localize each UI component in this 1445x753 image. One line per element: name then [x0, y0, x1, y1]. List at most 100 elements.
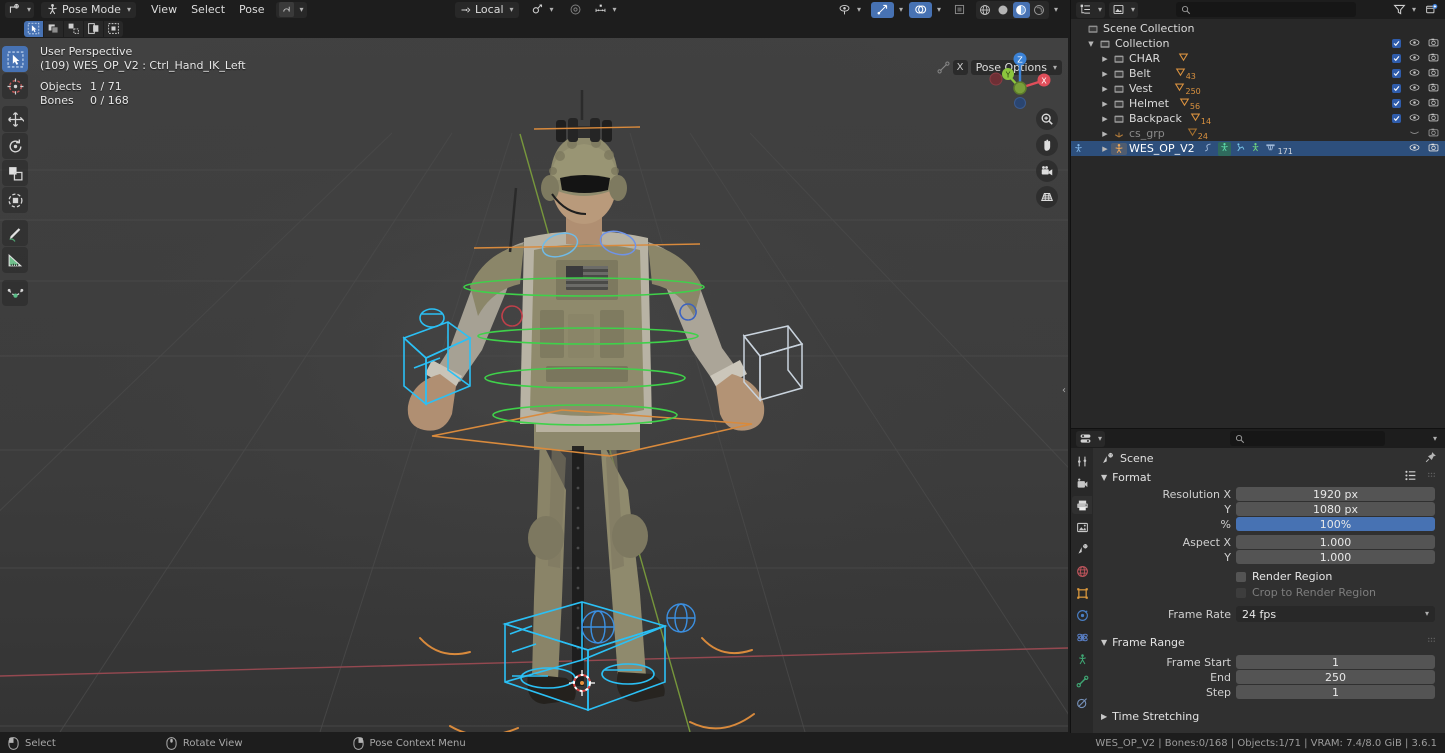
- gizmo-dropdown[interactable]: ▾: [894, 2, 905, 18]
- outliner-row-char[interactable]: ▶ CHAR: [1071, 51, 1445, 66]
- animation-icon[interactable]: [1250, 142, 1261, 156]
- gizmo-toggle[interactable]: [871, 2, 894, 18]
- tool-tweak[interactable]: [2, 46, 28, 72]
- checkbox-icon[interactable]: [1392, 114, 1401, 123]
- tool-cursor[interactable]: [2, 73, 28, 99]
- camera-icon[interactable]: [1428, 52, 1439, 66]
- pose-library-button[interactable]: ▾: [276, 2, 307, 18]
- zoom-button[interactable]: [1036, 108, 1058, 130]
- mesh-data-icon[interactable]: [1175, 67, 1186, 81]
- overlays-toggle[interactable]: [909, 2, 932, 18]
- camera-icon[interactable]: [1428, 67, 1439, 81]
- outliner-row-collection[interactable]: ▼ Collection: [1071, 36, 1445, 51]
- tab-world[interactable]: [1072, 562, 1092, 580]
- eye-icon[interactable]: [1409, 142, 1420, 156]
- field-value[interactable]: 24 fps ▾: [1236, 606, 1435, 622]
- bone-icon[interactable]: [937, 61, 950, 74]
- field-value[interactable]: 1: [1236, 655, 1435, 669]
- outliner-row-wes-op-v2[interactable]: ▶ WES_OP_V2 171: [1071, 141, 1445, 156]
- tool-scale[interactable]: [2, 160, 28, 186]
- properties-options-button[interactable]: ▾: [1427, 431, 1440, 447]
- new-collection-button[interactable]: [1423, 2, 1440, 18]
- outliner-row-backpack[interactable]: ▶ Backpack 14: [1071, 111, 1445, 126]
- mesh-data-icon[interactable]: [1190, 112, 1201, 126]
- toggle-perspective-button[interactable]: [1036, 186, 1058, 208]
- field-frame-start[interactable]: Frame Start 1: [1099, 655, 1435, 669]
- checkbox-icon[interactable]: [1236, 572, 1246, 582]
- camera-icon[interactable]: [1428, 82, 1439, 96]
- tab-material[interactable]: [1072, 694, 1092, 712]
- panel-header-frame-range[interactable]: ▼ Frame Range: [1093, 633, 1445, 651]
- checkbox-icon[interactable]: [1392, 54, 1401, 63]
- eye-closed-icon[interactable]: [1409, 127, 1420, 141]
- menu-select[interactable]: Select: [184, 2, 232, 18]
- pan-button[interactable]: [1036, 134, 1058, 156]
- overlays-dropdown[interactable]: ▾: [932, 2, 943, 18]
- camera-icon[interactable]: [1428, 112, 1439, 126]
- tab-output[interactable]: [1072, 496, 1092, 514]
- panel-header-format[interactable]: ▼ Format: [1093, 468, 1445, 486]
- tool-breakdowner[interactable]: [2, 280, 28, 306]
- eye-icon[interactable]: [1409, 82, 1420, 96]
- shading-wireframe[interactable]: [977, 2, 994, 18]
- mesh-data-icon[interactable]: [1174, 82, 1185, 96]
- bone-group-icon[interactable]: [1265, 142, 1276, 156]
- field-value[interactable]: 1080 px: [1236, 502, 1435, 516]
- properties-editor-type-button[interactable]: ▾: [1076, 431, 1105, 447]
- expand-arrow[interactable]: ▶: [1099, 55, 1111, 63]
- transform-orientation-selector[interactable]: Local ▾: [455, 2, 519, 18]
- 3d-viewport[interactable]: User Perspective (109) WES_OP_V2 : Ctrl_…: [0, 38, 1068, 732]
- tool-transform[interactable]: [2, 187, 28, 213]
- tool-rotate[interactable]: [2, 133, 28, 159]
- outliner-search-input[interactable]: [1176, 2, 1356, 17]
- expand-arrow[interactable]: ▶: [1099, 100, 1111, 108]
- tool-measure[interactable]: [2, 247, 28, 273]
- menu-pose[interactable]: Pose: [232, 2, 271, 18]
- tab-object-constraints[interactable]: [1072, 650, 1092, 668]
- mode-selector[interactable]: Pose Mode ▾: [41, 2, 136, 18]
- grip-icon[interactable]: [1426, 635, 1437, 649]
- camera-icon[interactable]: [1428, 97, 1439, 111]
- camera-icon[interactable]: [1428, 142, 1439, 156]
- checkbox-render-region[interactable]: Render Region: [1236, 570, 1435, 583]
- checkbox-icon[interactable]: [1392, 84, 1401, 93]
- outliner-display-mode-button[interactable]: ▾: [1076, 2, 1105, 18]
- shading-solid[interactable]: [995, 2, 1012, 18]
- select-lasso-button[interactable]: [84, 21, 103, 37]
- pose-icon[interactable]: [1235, 142, 1246, 156]
- field-frame-step[interactable]: Step 1: [1099, 685, 1435, 699]
- shading-dropdown[interactable]: ▾: [1049, 2, 1060, 18]
- object-visibility-button[interactable]: ▾: [833, 2, 866, 18]
- tab-object-data[interactable]: [1072, 672, 1092, 690]
- field-resolution-x[interactable]: Resolution X 1920 px: [1099, 487, 1435, 501]
- select-intersect-button[interactable]: [104, 21, 123, 37]
- field-aspect-y[interactable]: Y 1.000: [1099, 550, 1435, 564]
- mesh-data-icon[interactable]: [1187, 127, 1198, 141]
- navigation-gizmo[interactable]: Z X Y: [988, 46, 1052, 110]
- checkbox-icon[interactable]: [1392, 99, 1401, 108]
- expand-arrow[interactable]: ▶: [1099, 145, 1111, 153]
- properties-search-input[interactable]: [1230, 431, 1385, 446]
- field-value[interactable]: 1.000: [1236, 535, 1435, 549]
- eye-icon[interactable]: [1409, 52, 1420, 66]
- field-value[interactable]: 1.000: [1236, 550, 1435, 564]
- armature-data-icon[interactable]: [1218, 142, 1231, 156]
- expand-arrow[interactable]: ▶: [1099, 115, 1111, 123]
- outliner-row-vest[interactable]: ▶ Vest 250: [1071, 81, 1445, 96]
- eye-icon[interactable]: [1409, 112, 1420, 126]
- tab-render[interactable]: [1072, 474, 1092, 492]
- outliner-row-helmet[interactable]: ▶ Helmet 56: [1071, 96, 1445, 111]
- tab-physics[interactable]: [1072, 628, 1092, 646]
- tab-object[interactable]: [1072, 584, 1092, 602]
- xray-toggle[interactable]: [948, 2, 971, 18]
- grip-icon[interactable]: [1426, 470, 1437, 484]
- tab-tool[interactable]: [1072, 452, 1092, 470]
- modifier-icon[interactable]: [1203, 142, 1214, 156]
- eye-icon[interactable]: [1409, 67, 1420, 81]
- select-circle-button[interactable]: [64, 21, 83, 37]
- tab-modifiers[interactable]: [1072, 606, 1092, 624]
- expand-arrow[interactable]: ▶: [1099, 70, 1111, 78]
- expand-arrow[interactable]: ▶: [1099, 130, 1111, 138]
- outliner-filter-button[interactable]: ▾: [1391, 2, 1418, 18]
- presets-icon[interactable]: [1404, 469, 1417, 485]
